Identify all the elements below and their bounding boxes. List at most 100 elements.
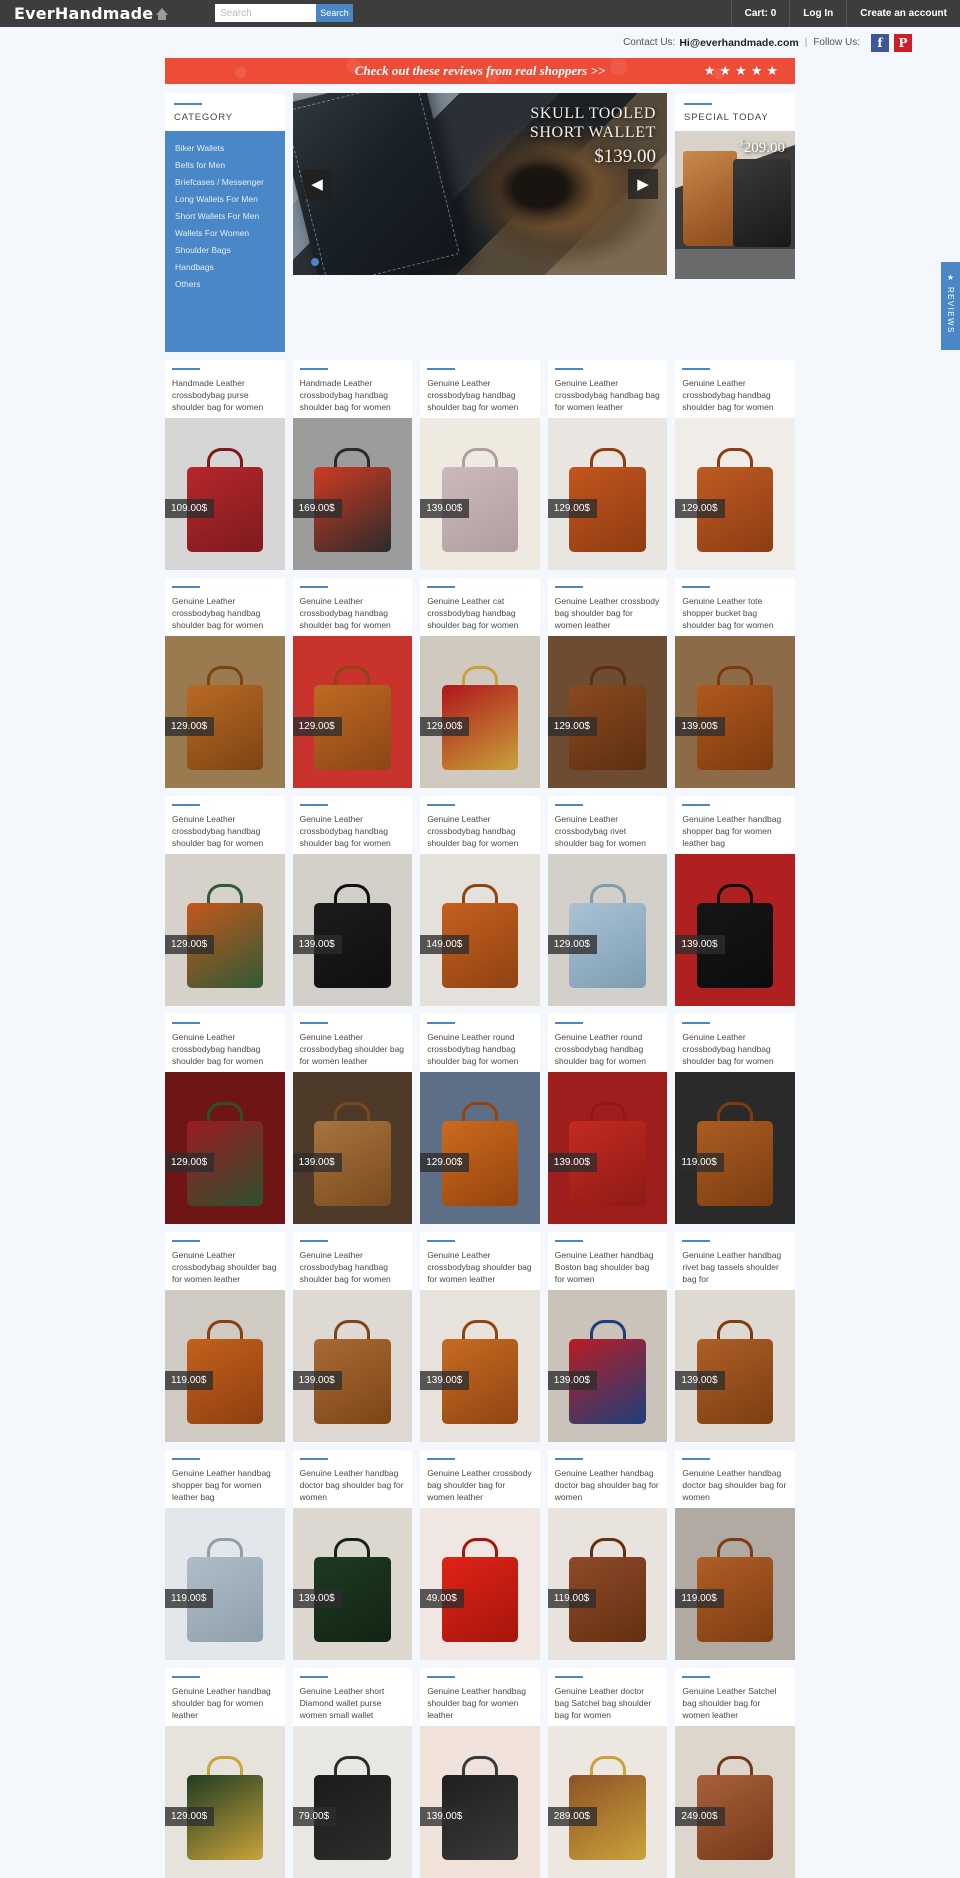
product-card[interactable]: Genuine Leather cat crossbodybag handbag… [420, 578, 540, 788]
product-image[interactable]: 119.00$ [675, 1508, 795, 1660]
product-card[interactable]: Genuine Leather crossbodybag handbag sho… [292, 796, 413, 1006]
sidebar-item-biker-wallets[interactable]: Biker Wallets [165, 139, 285, 156]
sidebar-item-belts-for-men[interactable]: Belts for Men [165, 156, 285, 173]
product-card[interactable]: Genuine Leather handbag rivet bag tassel… [675, 1232, 795, 1442]
product-image[interactable]: 139.00$ [420, 1726, 540, 1878]
product-card[interactable]: Genuine Leather crossbodybag handbag sho… [292, 578, 413, 788]
sidebar-item-handbags[interactable]: Handbags [165, 258, 285, 275]
review-banner[interactable]: Check out these reviews from real shoppe… [165, 58, 795, 84]
product-image[interactable]: 139.00$ [675, 1290, 795, 1442]
product-title: Genuine Leather crossbody bag shoulder b… [554, 596, 660, 631]
sidebar-item-shoulder-bags[interactable]: Shoulder Bags [165, 241, 285, 258]
hero-next-button[interactable]: ▶ [628, 169, 658, 199]
product-card[interactable]: Genuine Leather crossbodybag shoulder ba… [292, 1014, 413, 1224]
product-image[interactable]: 139.00$ [675, 854, 795, 1006]
product-card[interactable]: Genuine Leather round crossbodybag handb… [547, 1014, 668, 1224]
home-icon[interactable] [156, 8, 169, 20]
product-card[interactable]: Genuine Leather crossbody bag shoulder b… [547, 578, 668, 788]
product-image[interactable]: 129.00$ [420, 1072, 540, 1224]
search-button[interactable]: Search [316, 4, 353, 22]
product-card[interactable]: Genuine Leather handbag doctor bag shoul… [675, 1450, 795, 1660]
product-card[interactable]: Genuine Leather crossbodybag handbag sho… [675, 1014, 795, 1224]
sidebar-item-briefcases-messenger[interactable]: Briefcases / Messenger [165, 173, 285, 190]
product-image[interactable]: 249.00$ [675, 1726, 795, 1878]
product-image[interactable]: 119.00$ [165, 1508, 285, 1660]
product-image[interactable]: 149.00$ [420, 854, 540, 1006]
special-product-image[interactable]: $209.00 [675, 131, 795, 279]
product-image[interactable]: 139.00$ [547, 1072, 668, 1224]
hero-prev-button[interactable]: ◀ [302, 169, 332, 199]
nav-create-account[interactable]: Create an account [846, 0, 960, 27]
product-card[interactable]: Genuine Leather handbag doctor bag shoul… [547, 1450, 668, 1660]
product-image[interactable]: 129.00$ [165, 1726, 285, 1878]
product-image[interactable]: 139.00$ [292, 1508, 413, 1660]
product-image[interactable]: 139.00$ [547, 1290, 668, 1442]
product-card[interactable]: Genuine Leather handbag shoulder bag for… [420, 1668, 540, 1878]
product-card[interactable]: Genuine Leather crossbodybag handbag sho… [675, 360, 795, 570]
product-card[interactable]: Genuine Leather crossbodybag rivet shoul… [547, 796, 668, 1006]
product-card[interactable]: Genuine Leather Satchel bag shoulder bag… [675, 1668, 795, 1878]
product-card[interactable]: Handmade Leather crossbodybag handbag sh… [292, 360, 413, 570]
product-card[interactable]: Genuine Leather handbag Boston bag shoul… [547, 1232, 668, 1442]
product-card[interactable]: Genuine Leather crossbody bag shoulder b… [420, 1450, 540, 1660]
hero-dot[interactable] [311, 258, 319, 266]
product-card[interactable]: Genuine Leather round crossbodybag handb… [420, 1014, 540, 1224]
sidebar-item-long-wallets-for-men[interactable]: Long Wallets For Men [165, 190, 285, 207]
product-card[interactable]: Handmade Leather crossbodybag purse shou… [165, 360, 285, 570]
product-card[interactable]: Genuine Leather crossbodybag handbag sho… [420, 360, 540, 570]
product-image[interactable]: 169.00$ [292, 418, 413, 570]
product-image[interactable]: 119.00$ [675, 1072, 795, 1224]
product-card[interactable]: Genuine Leather crossbodybag handbag sho… [165, 578, 285, 788]
product-card[interactable]: Genuine Leather crossbodybag handbag sho… [420, 796, 540, 1006]
product-title: Genuine Leather crossbodybag handbag sho… [172, 814, 264, 849]
product-card[interactable]: Genuine Leather handbag shoulder bag for… [165, 1668, 285, 1878]
reviews-side-tab[interactable]: ★ REVIEWS [941, 262, 960, 350]
product-image[interactable]: 139.00$ [420, 1290, 540, 1442]
product-image[interactable]: 129.00$ [547, 854, 668, 1006]
product-image[interactable]: 129.00$ [547, 418, 668, 570]
product-card[interactable]: Genuine Leather tote shopper bucket bag … [675, 578, 795, 788]
product-image[interactable]: 119.00$ [165, 1290, 285, 1442]
sidebar-item-wallets-for-women[interactable]: Wallets For Women [165, 224, 285, 241]
product-card[interactable]: Genuine Leather short Diamond wallet pur… [292, 1668, 413, 1878]
product-image[interactable]: 129.00$ [165, 854, 285, 1006]
product-image[interactable]: 129.00$ [292, 636, 413, 788]
product-image[interactable]: 79.00$ [292, 1726, 413, 1878]
brand-logo[interactable]: EverHandmade [14, 4, 169, 23]
product-card[interactable]: Genuine Leather crossbodybag handbag sho… [292, 1232, 413, 1442]
product-image[interactable]: 109.00$ [165, 418, 285, 570]
sidebar-item-short-wallets-for-men[interactable]: Short Wallets For Men [165, 207, 285, 224]
product-card[interactable]: Genuine Leather doctor bag Satchel bag s… [547, 1668, 668, 1878]
product-image[interactable]: 139.00$ [675, 636, 795, 788]
product-image[interactable]: 129.00$ [547, 636, 668, 788]
product-image[interactable]: 129.00$ [165, 1072, 285, 1224]
product-card[interactable]: Genuine Leather handbag doctor bag shoul… [292, 1450, 413, 1660]
nav-cart[interactable]: Cart: 0 [730, 0, 790, 27]
category-sidebar: CATEGORY Biker Wallets Belts for Men Brief… [165, 93, 285, 352]
contact-email[interactable]: Hi@everhandmade.com [679, 37, 798, 49]
product-image[interactable]: 139.00$ [292, 854, 413, 1006]
product-image[interactable]: 129.00$ [165, 636, 285, 788]
product-card[interactable]: Genuine Leather handbag shopper bag for … [165, 1450, 285, 1660]
product-image[interactable]: 289.00$ [547, 1726, 668, 1878]
facebook-icon[interactable]: f [871, 33, 889, 52]
product-card[interactable]: Genuine Leather crossbodybag handbag sho… [165, 796, 285, 1006]
product-image[interactable]: 139.00$ [292, 1290, 413, 1442]
hero-slider[interactable]: SKULL TOOLED SHORT WALLET $139.00 ◀ ▶ [293, 93, 667, 275]
product-image[interactable]: 129.00$ [675, 418, 795, 570]
product-card[interactable]: Genuine Leather crossbodybag shoulder ba… [420, 1232, 540, 1442]
sidebar-item-others[interactable]: Others [165, 275, 285, 292]
product-image[interactable]: 49.00$ [420, 1508, 540, 1660]
product-image[interactable]: 119.00$ [547, 1508, 668, 1660]
product-card[interactable]: Genuine Leather crossbodybag handbag bag… [547, 360, 668, 570]
product-image[interactable]: 129.00$ [420, 636, 540, 788]
nav-login[interactable]: Log In [789, 0, 846, 27]
pinterest-icon[interactable]: P [894, 33, 912, 52]
product-card[interactable]: Genuine Leather crossbodybag handbag sho… [165, 1014, 285, 1224]
search-input[interactable] [215, 4, 316, 22]
product-image[interactable]: 139.00$ [292, 1072, 413, 1224]
product-card[interactable]: Genuine Leather crossbodybag shoulder ba… [165, 1232, 285, 1442]
product-image[interactable]: 139.00$ [420, 418, 540, 570]
product-card[interactable]: Genuine Leather handbag shopper bag for … [675, 796, 795, 1006]
hero-pagination-dots[interactable] [311, 258, 319, 266]
